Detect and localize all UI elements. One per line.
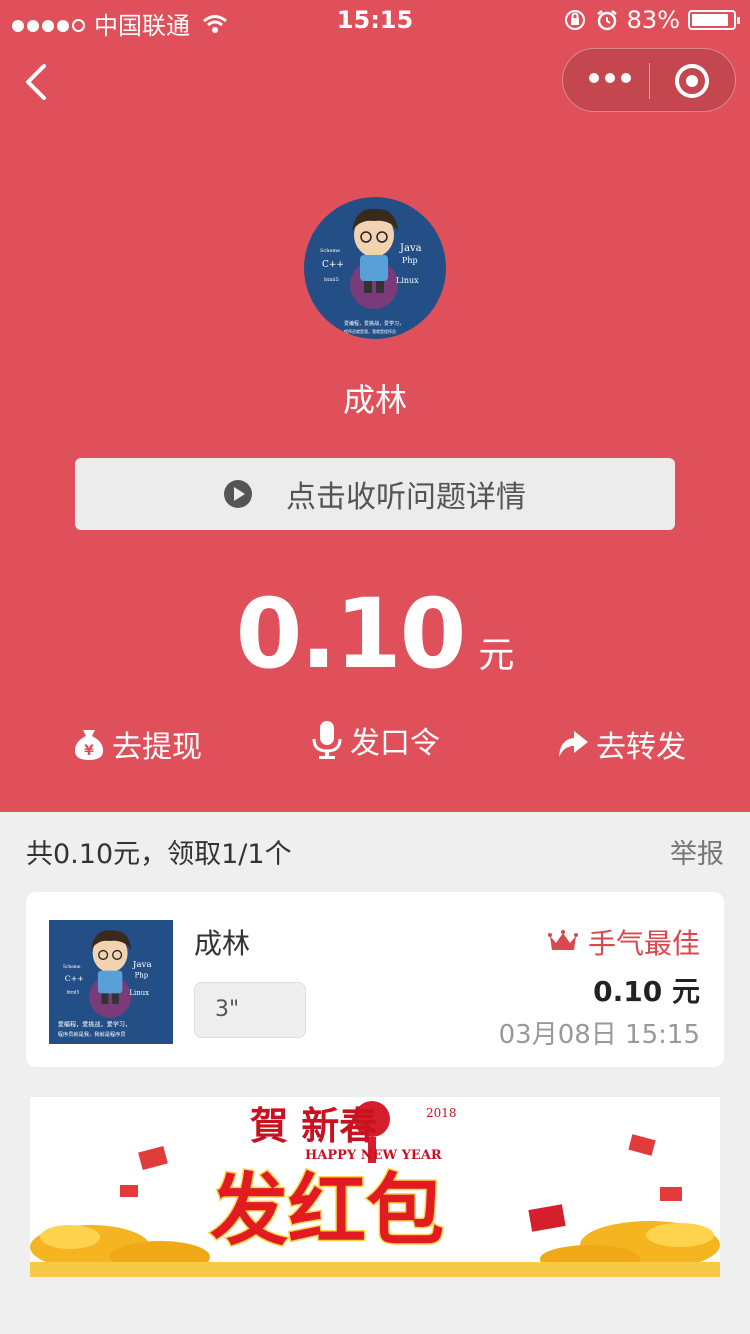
status-bar: 中国联通 15:15 83% [0,0,750,40]
svg-text:¥: ¥ [84,743,94,759]
avatar-text-linux: Linux [129,989,149,997]
sender-avatar: Java Php C++ Scheme html5 Linux 爱编程，爱挑战，… [304,197,446,339]
avatar-text-motto1: 爱编程，爱挑战，爱学习， [58,1021,131,1029]
listen-question-button[interactable]: 点击收听问题详情 [75,458,675,530]
alarm-icon [596,10,617,31]
share-arrow-icon [559,731,588,757]
avatar-text-java: Java [132,960,152,970]
avatar-text-html: html5 [66,990,79,995]
avatar-text-motto2: 程序员就是我，我就是程序员 [58,1030,126,1038]
status-right: 83% [563,6,740,34]
avatar-text-linux: Linux [396,276,419,285]
receiver-time: 03月08日 15:15 [498,1020,700,1050]
withdraw-button[interactable]: ¥ 去提现 [72,722,202,766]
red-packet-amount: 0.10 元 [0,578,750,690]
banner-year: 2018 [426,1106,457,1120]
banner-top-text: 賀 新春 [250,1103,377,1148]
money-bag-icon: ¥ [74,730,104,760]
banner-subtitle: HAPPY NEW YEAR [305,1148,442,1163]
best-luck-badge: 手气最佳 [547,922,700,962]
miniprogram-capsule [562,48,736,112]
receiver-card: Java Php C++ Scheme html5 Linux 爱编程，爱挑战，… [26,892,724,1067]
best-luck-label: 手气最佳 [587,927,700,960]
forward-button[interactable]: 去转发 [556,722,686,766]
withdraw-label: 去提现 [112,730,202,765]
receiver-avatar[interactable]: Java Php C++ Scheme html5 Linux 爱编程，爱挑战，… [49,920,173,1044]
voice-password-button[interactable]: 发口令 [310,718,440,762]
crown-icon [547,930,578,950]
action-bar: ¥ 去提现 发口令 去转发 [0,718,750,768]
back-icon[interactable] [18,62,58,102]
sender-name: 成林 [342,381,407,419]
listen-label: 点击收听问题详情 [286,480,526,515]
battery-percent: 83% [626,6,680,34]
microphone-icon [312,721,342,759]
amount-unit: 元 [478,635,515,676]
receiver-amount: 0.10 元 [593,975,700,1008]
avatar-text-cpp: C++ [65,974,84,983]
avatar-text-php: Php [135,972,149,980]
capsule-divider [649,63,650,99]
receiver-name: 成林 [194,927,251,960]
avatar-text-php: Php [402,256,418,265]
more-options-icon[interactable] [589,73,631,83]
forward-label: 去转发 [596,730,686,765]
banner-main-text: 发红包 [210,1166,444,1256]
voice-password-label: 发口令 [350,726,440,761]
avatar-text-scheme: Scheme [63,965,81,970]
voice-duration: 3" [215,997,240,1022]
battery-icon [688,10,740,30]
amount-value: 0.10 [235,578,467,690]
avatar-text-html: html5 [324,277,339,283]
report-link[interactable]: 举报 [670,832,724,871]
avatar-text-java: Java [399,243,422,254]
rotation-lock-icon [564,10,585,30]
avatar-text-cpp: C++ [322,260,344,270]
new-year-banner[interactable]: 賀 新春 2018 HAPPY NEW YEAR 发红包 [30,1097,720,1277]
voice-message[interactable]: 3" [194,982,306,1038]
summary-text: 共0.10元，领取1/1个 [26,839,292,870]
close-miniprogram-icon[interactable] [675,64,709,98]
avatar-text-motto2: 程序员就是我，我就是程序员 [344,328,396,334]
avatar-text-motto1: 爱编程，爱挑战，爱学习， [344,320,404,327]
avatar-text-scheme: Scheme [320,248,340,254]
play-icon [224,480,252,508]
